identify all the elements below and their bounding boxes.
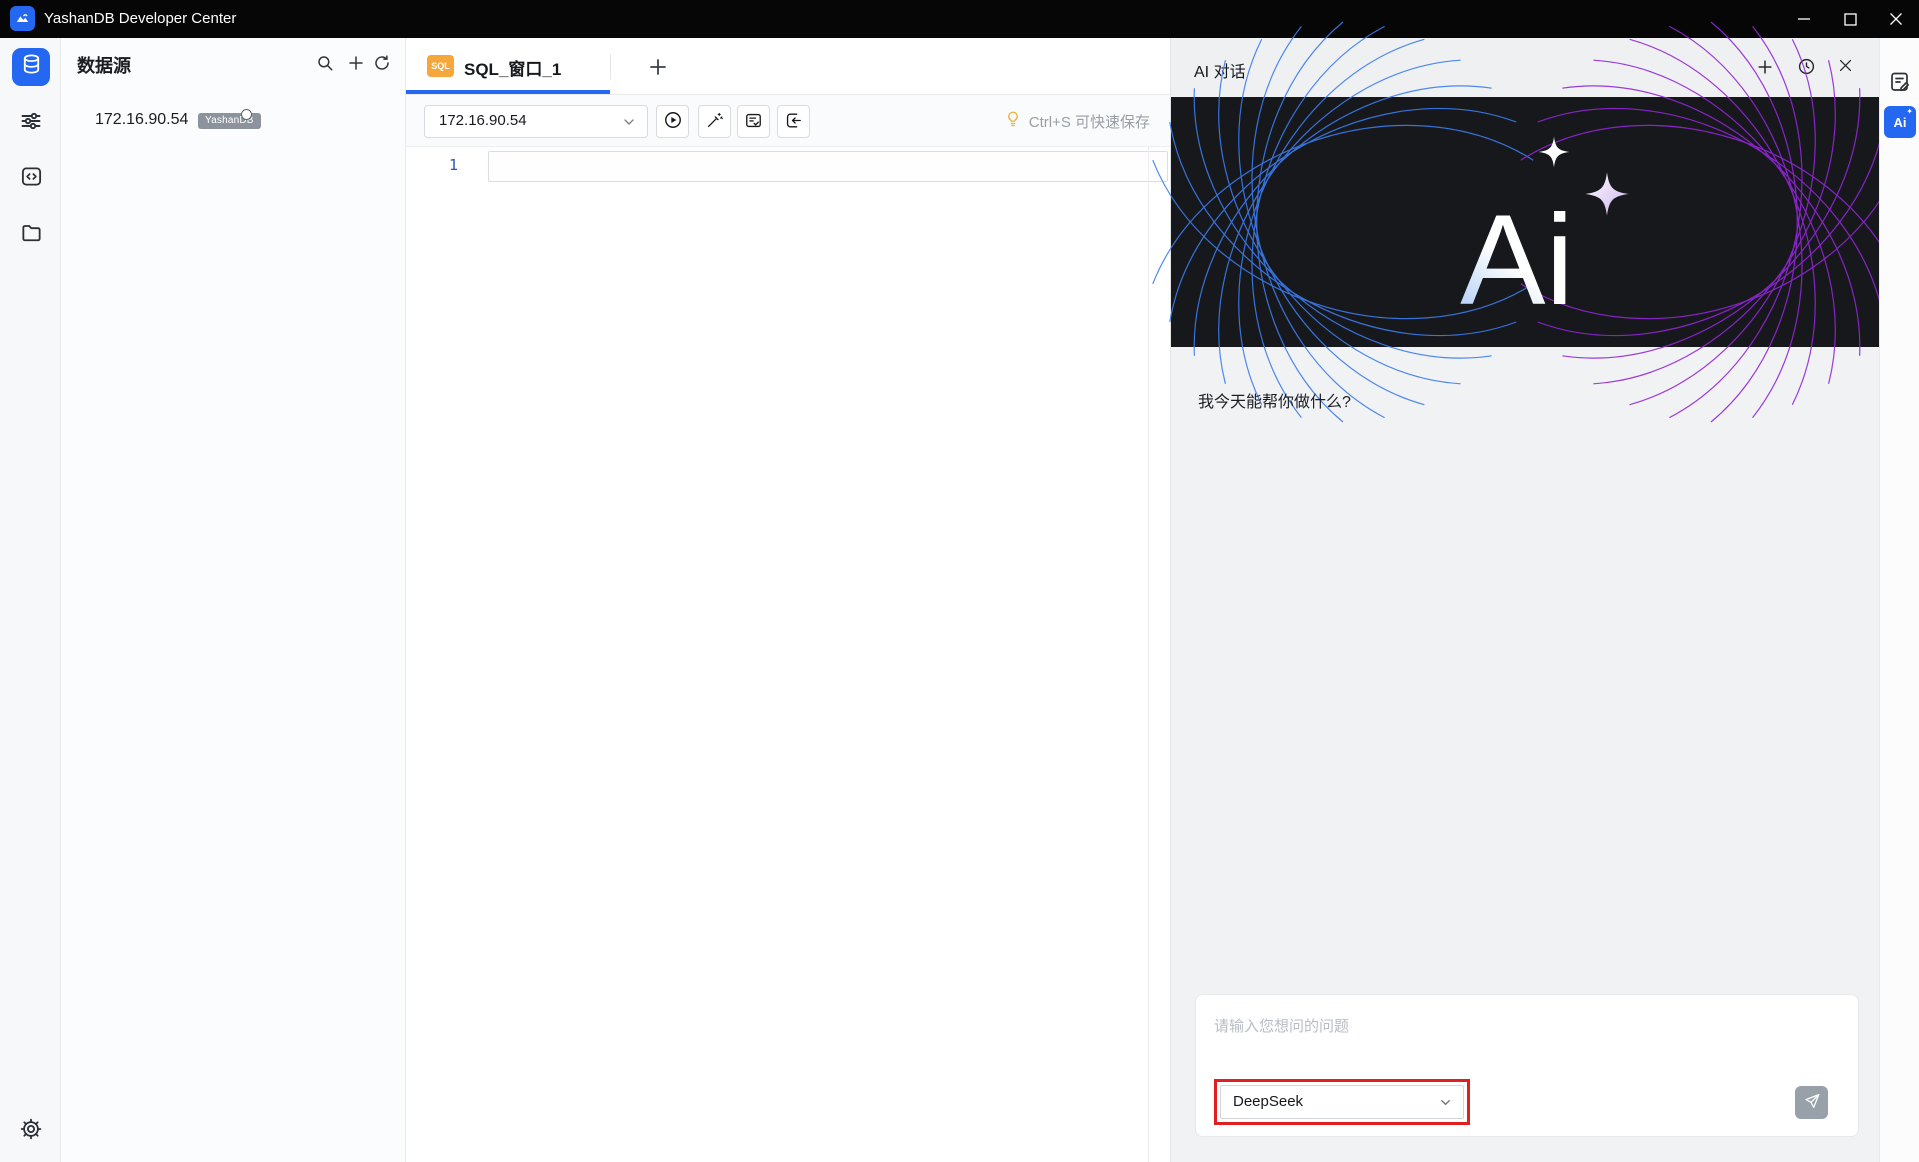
close-panel-icon[interactable] — [1837, 57, 1857, 77]
sliders-icon — [19, 109, 43, 138]
comment-button[interactable] — [737, 105, 770, 138]
add-datasource-icon[interactable] — [347, 54, 365, 72]
search-icon[interactable] — [316, 54, 334, 72]
ai-chat-panel: AI 对话 Ai 我今天能帮你做什么? 请输入您想问的问题 DeepSeek — [1125, 3, 1919, 1162]
datasource-panel: 数据源 172.16.90.54 YashanDB — [61, 38, 406, 1162]
save-hint-text: Ctrl+S 可快速保存 — [1028, 113, 1150, 131]
magic-wand-icon — [705, 111, 724, 133]
close-button[interactable] — [1873, 0, 1919, 38]
active-tab-indicator — [406, 90, 610, 94]
ai-greeting: 我今天能帮你做什么? — [1198, 394, 1351, 411]
ai-question-input[interactable]: 请输入您想问的问题 — [1214, 1015, 1349, 1036]
database-icon — [20, 53, 43, 81]
run-icon — [663, 110, 683, 133]
nav-console-button[interactable] — [12, 160, 50, 198]
model-select-value: DeepSeek — [1233, 1093, 1304, 1110]
nav-settings-button[interactable] — [12, 104, 50, 142]
ai-input-card: 请输入您想问的问题 DeepSeek — [1195, 994, 1859, 1137]
editor-cursor-line[interactable] — [488, 151, 1168, 182]
sql-file-icon: SQL — [427, 55, 454, 77]
app-logo-icon — [10, 6, 35, 31]
ai-assistant-label: Ai — [1893, 114, 1907, 130]
gear-icon — [19, 1117, 43, 1146]
notes-edit-icon[interactable] — [1888, 70, 1912, 94]
folder-icon — [20, 221, 43, 249]
ai-banner: Ai — [1125, 3, 1919, 441]
titlebar: YashanDB Developer Center — [0, 0, 1919, 38]
datasource-tree-item[interactable]: 172.16.90.54 YashanDB — [61, 108, 405, 136]
ai-panel-title: AI 对话 — [1194, 64, 1246, 81]
banner-ai-text: Ai — [1460, 189, 1574, 332]
note-check-icon — [744, 111, 763, 133]
app-window: YashanDB Developer Center 数据源 172.16.90.… — [0, 0, 1919, 1162]
new-tab-button[interactable] — [646, 55, 670, 79]
run-button[interactable] — [656, 105, 689, 138]
tab-label: SQL_窗口_1 — [464, 60, 562, 79]
connection-status-dot — [241, 109, 252, 120]
right-rail: Ai ✦ — [1879, 38, 1919, 1162]
window-title: YashanDB Developer Center — [44, 10, 237, 27]
sparkle-icon: ✦ — [1906, 107, 1913, 116]
nav-datasource-button[interactable] — [12, 48, 50, 86]
connection-select-value: 172.16.90.54 — [439, 112, 527, 129]
annotation-highlight-box: DeepSeek — [1214, 1079, 1470, 1125]
import-arrow-icon — [784, 111, 803, 133]
connection-name: 172.16.90.54 — [95, 111, 189, 128]
maximize-button[interactable] — [1827, 0, 1873, 38]
connection-select[interactable]: 172.16.90.54 — [424, 105, 648, 138]
datasource-panel-header: 数据源 — [61, 38, 405, 86]
tab-separator — [610, 54, 611, 79]
minimap-divider — [1148, 147, 1149, 1162]
format-button[interactable] — [777, 105, 810, 138]
editor-toolbar: 172.16.90.54 Ctrl+S 可快速保存 — [406, 95, 1170, 147]
ai-panel-header: AI 对话 — [1171, 38, 1879, 97]
save-hint: Ctrl+S 可快速保存 — [1004, 110, 1150, 132]
chevron-down-icon — [1438, 1095, 1453, 1110]
tabbar: SQL SQL_窗口_1 — [406, 38, 1170, 95]
new-chat-icon[interactable] — [1755, 57, 1775, 77]
refresh-icon[interactable] — [373, 54, 391, 72]
beautify-button[interactable] — [698, 105, 731, 138]
sql-editor[interactable]: 1 — [406, 147, 1170, 1162]
nav-files-button[interactable] — [12, 216, 50, 254]
panel-title: 数据源 — [77, 56, 131, 76]
chevron-down-icon — [621, 114, 637, 130]
model-select[interactable]: DeepSeek — [1220, 1085, 1464, 1119]
ai-assistant-button[interactable]: Ai ✦ — [1884, 106, 1916, 138]
send-plane-icon — [1803, 1092, 1821, 1113]
code-icon — [20, 165, 43, 193]
minimize-button[interactable] — [1781, 0, 1827, 38]
activity-bar — [0, 38, 61, 1162]
editor-area: SQL SQL_窗口_1 172.16.90.54 Ctrl+S 可快速保存 1 — [406, 38, 1170, 1162]
line-number: 1 — [448, 156, 458, 174]
tab-sql-window-1[interactable]: SQL SQL_窗口_1 — [406, 38, 610, 95]
settings-gear-button[interactable] — [12, 1112, 50, 1150]
lightbulb-icon — [1004, 110, 1022, 132]
history-icon[interactable] — [1797, 57, 1817, 77]
send-button[interactable] — [1795, 1086, 1828, 1119]
